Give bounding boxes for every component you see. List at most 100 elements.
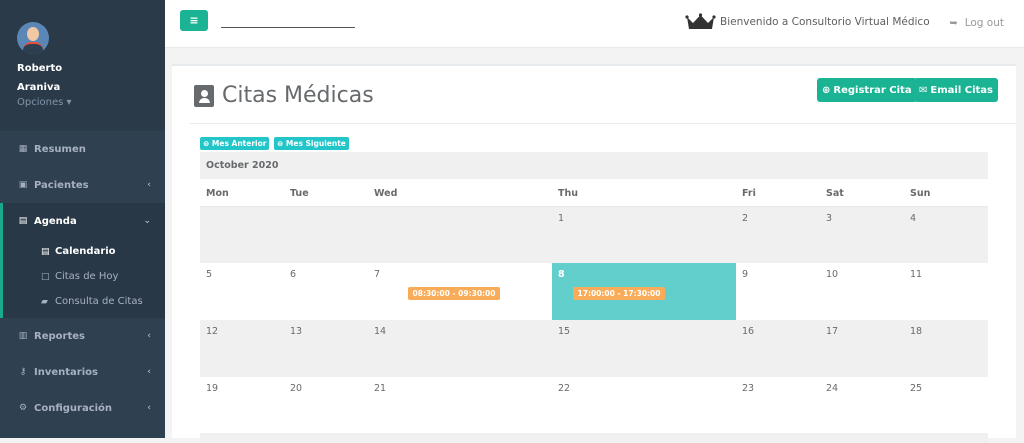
- calendar-month-label: October 2020: [200, 152, 989, 179]
- welcome-message: Bienvenido a Consultorio Virtual Médico: [685, 13, 930, 31]
- calendar-icon: ▤: [18, 216, 28, 226]
- sidebar-subitem-calendario[interactable]: ▤ Calendario: [3, 239, 165, 264]
- grid-icon: ▦: [18, 144, 28, 154]
- day-number: 7: [374, 269, 381, 280]
- calendar-day[interactable]: 19: [200, 377, 284, 434]
- calendar-day[interactable]: 10: [820, 263, 904, 320]
- calendar-day[interactable]: 4: [904, 206, 989, 263]
- calendar-day[interactable]: 23: [736, 377, 820, 434]
- sidebar-item-resumen[interactable]: ▦ Resumen: [0, 131, 165, 167]
- chevron-left-icon: ‹: [147, 180, 151, 190]
- sidebar-item-label: Agenda: [34, 215, 77, 227]
- user-options-dropdown[interactable]: Opciones ▾: [17, 97, 165, 109]
- calendar-day[interactable]: 22: [552, 377, 736, 434]
- sidebar-item-agenda[interactable]: ▤ Agenda ⌄: [0, 203, 165, 239]
- chevron-left-icon: ‹: [147, 367, 151, 377]
- sidebar-item-label: Configuración: [34, 402, 113, 414]
- sidebar-item-configuracion[interactable]: ⚙ Configuración ‹: [0, 390, 165, 426]
- user-profile: Roberto Araniva Opciones ▾: [0, 0, 165, 131]
- weekday-label: Fri: [736, 179, 820, 207]
- table-icon: ▥: [18, 331, 28, 341]
- sidebar-nav: ▦ Resumen ▣ Pacientes ‹ ▤ Agenda ⌄ ▤ Cal…: [0, 131, 165, 426]
- id-card-icon: ▣: [18, 180, 28, 190]
- calendar-day[interactable]: 20: [284, 377, 368, 434]
- event-badge[interactable]: 08:30:00 - 09:30:00: [407, 287, 501, 300]
- calendar-day[interactable]: 11: [904, 263, 988, 320]
- calendar-day[interactable]: 2: [736, 206, 820, 263]
- chevron-down-icon: ⌄: [143, 216, 151, 226]
- sitemap-icon: ⚷: [19, 367, 27, 377]
- sidebar-item-label: Pacientes: [34, 179, 89, 191]
- calendar-day[interactable]: 25: [904, 377, 988, 434]
- welcome-text: Bienvenido a Consultorio Virtual Médico: [720, 16, 930, 28]
- sidebar-subitem-label: Calendario: [55, 246, 116, 257]
- event-badge[interactable]: 17:00:00 - 17:30:00: [572, 287, 666, 300]
- hamburger-icon: ≡: [189, 14, 199, 27]
- calendar-day[interactable]: 9: [736, 263, 820, 320]
- sidebar-subitem-label: Citas de Hoy: [55, 271, 119, 282]
- sidebar-item-pacientes[interactable]: ▣ Pacientes ‹: [0, 167, 165, 203]
- sidebar-subitem-label: Consulta de Citas: [55, 296, 143, 307]
- calendar-day[interactable]: 17: [820, 320, 904, 377]
- plus-circle-icon: ⊕: [822, 84, 831, 96]
- sidebar: Roberto Araniva Opciones ▾ ▦ Resumen ▣ P…: [0, 0, 165, 438]
- calendar-week: 5 6 7 08:30:00 - 09:30:00 8 17:00:00 - 1…: [200, 263, 988, 320]
- weekday-label: Wed: [368, 179, 552, 207]
- calendar-day[interactable]: 12: [200, 320, 284, 377]
- next-month-button[interactable]: ⊜ Mes Siguiente: [274, 137, 349, 150]
- logout-label: Log out: [964, 17, 1004, 29]
- email-appointments-button[interactable]: ✉ Email Citas: [914, 78, 998, 102]
- sidebar-subitem-citas-de-hoy[interactable]: □ Citas de Hoy: [3, 264, 165, 289]
- calendar-day[interactable]: 14: [368, 320, 552, 377]
- calendar-day[interactable]: 3: [820, 206, 904, 263]
- calendar-day[interactable]: [284, 206, 368, 263]
- calendar-day[interactable]: 1: [552, 206, 736, 263]
- weekday-label: Sun: [904, 179, 989, 207]
- circle-arrow-icon: ⊜: [203, 139, 212, 148]
- sidebar-item-label: Inventarios: [34, 366, 98, 378]
- calendar-day[interactable]: 24: [820, 377, 904, 434]
- menu-toggle-button[interactable]: ≡: [180, 10, 208, 31]
- calendar-day-with-event[interactable]: 7 08:30:00 - 09:30:00: [368, 263, 552, 320]
- avatar[interactable]: [17, 22, 49, 54]
- calendar-day[interactable]: 16: [736, 320, 820, 377]
- register-appointment-button[interactable]: ⊕ Registrar Cita: [817, 78, 917, 102]
- email-button-label: Email Citas: [930, 84, 993, 96]
- envelope-icon: ✉: [919, 84, 928, 96]
- sign-out-icon: ➥: [949, 17, 958, 29]
- calendar-day[interactable]: 13: [284, 320, 368, 377]
- sidebar-item-inventarios[interactable]: ⚷ Inventarios ‹: [0, 354, 165, 390]
- previous-month-button[interactable]: ⊜ Mes Anterior: [200, 137, 270, 150]
- user-first-name: Roberto: [17, 63, 63, 74]
- calendar-day-today[interactable]: 8 17:00:00 - 17:30:00: [552, 263, 736, 320]
- divider: [190, 123, 1016, 124]
- previous-month-label: Mes Anterior: [211, 139, 267, 148]
- search-input[interactable]: [221, 27, 355, 28]
- calendar-day[interactable]: 15: [552, 320, 736, 377]
- address-book-icon: [194, 84, 214, 107]
- user-name: Roberto Araniva: [17, 59, 97, 97]
- page-title: Citas Médicas: [194, 83, 374, 108]
- weekday-label: Tue: [284, 179, 368, 207]
- sidebar-subitem-consulta-de-citas[interactable]: ▰ Consulta de Citas: [3, 289, 165, 314]
- calendar-day[interactable]: [368, 206, 552, 263]
- calendar-icon: ▤: [41, 246, 50, 257]
- user-last-name: Araniva: [17, 82, 61, 93]
- next-month-label: Mes Siguiente: [285, 139, 346, 148]
- calendar-week: 12 13 14 15 16 17 18: [200, 320, 989, 377]
- calendar-day[interactable]: 5: [200, 263, 284, 320]
- weekday-label: Mon: [200, 179, 284, 207]
- calendar-day[interactable]: [200, 206, 284, 263]
- calendar-day[interactable]: 21: [368, 377, 552, 434]
- logout-link[interactable]: ➥ Log out: [949, 17, 1004, 29]
- calendar-week: 1 2 3 4: [200, 206, 989, 263]
- sidebar-item-reportes[interactable]: ▥ Reportes ‹: [0, 318, 165, 354]
- crown-icon: [685, 13, 716, 29]
- calendar-day[interactable]: 18: [904, 320, 989, 377]
- agenda-submenu: ▤ Calendario □ Citas de Hoy ▰ Consulta d…: [0, 239, 165, 318]
- sidebar-item-label: Reportes: [34, 330, 85, 342]
- chevron-left-icon: ‹: [147, 403, 151, 413]
- book-icon: ▰: [41, 296, 48, 307]
- calendar-week: 19 20 21 22 23 24 25: [200, 377, 988, 434]
- calendar-day[interactable]: 6: [284, 263, 368, 320]
